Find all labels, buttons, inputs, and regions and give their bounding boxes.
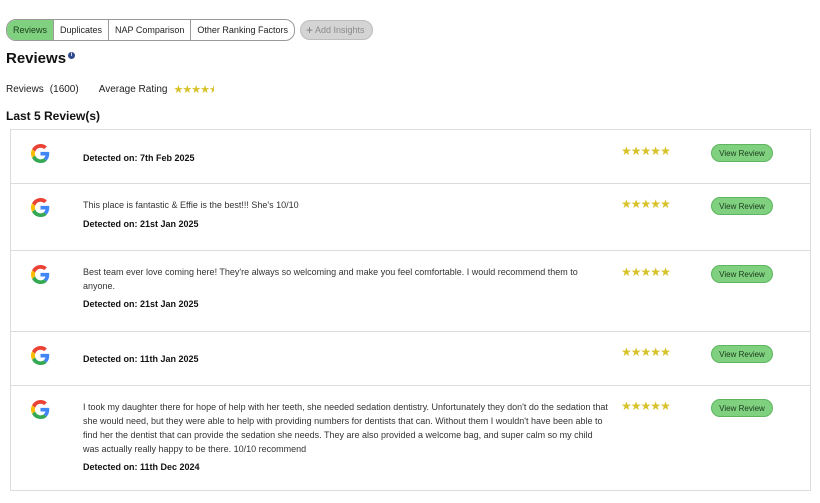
review-stars: ★★★★★ (621, 144, 671, 158)
star-icon: ★ (650, 144, 661, 158)
star-icon: ★ (650, 399, 661, 413)
star-icon: ★ (191, 84, 201, 96)
star-icon: ★ (660, 144, 671, 158)
review-stars: ★★★★★ (621, 345, 671, 359)
view-review-button[interactable]: View Review (711, 265, 773, 283)
tab-duplicates[interactable]: Duplicates (54, 20, 110, 40)
star-icon: ★ (660, 197, 671, 211)
google-icon (31, 265, 50, 284)
reviews-count: (1600) (49, 84, 79, 95)
review-row: Best team ever love coming here! They're… (11, 251, 810, 332)
tab-other-ranking-factors[interactable]: Other Ranking Factors (191, 20, 294, 40)
star-icon: ★ (650, 197, 661, 211)
detected-date: Detected on: 21st Jan 2025 (83, 299, 199, 309)
tab-bar: Reviews Duplicates NAP Comparison Other … (6, 19, 373, 41)
review-stars: ★★★★★ (621, 197, 671, 211)
review-row: Detected on: 7th Feb 2025 ★★★★★ View Rev… (11, 130, 810, 184)
star-icon: ★ (630, 197, 642, 211)
average-rating-stars: ★ ★ ★ ★ ★ (173, 83, 214, 96)
review-stats: Reviews (1600) Average Rating ★ ★ ★ ★ ★ (6, 83, 214, 96)
review-stars: ★★★★★ (621, 399, 671, 413)
info-icon[interactable]: i (68, 52, 76, 59)
detected-date: Detected on: 11th Jan 2025 (83, 354, 199, 364)
review-list: Detected on: 7th Feb 2025 ★★★★★ View Rev… (10, 129, 811, 491)
star-icon: ★ (630, 345, 642, 359)
detected-date: Detected on: 11th Dec 2024 (83, 462, 200, 472)
detected-date: Detected on: 7th Feb 2025 (83, 153, 195, 163)
star-icon: ★ (650, 265, 661, 279)
reviews-label: Reviews (6, 84, 44, 95)
tab-group: Reviews Duplicates NAP Comparison Other … (6, 19, 295, 41)
star-icon: ★ (640, 197, 652, 211)
add-insights-button[interactable]: + Add Insights (299, 20, 373, 40)
star-icon: ★ (621, 345, 632, 359)
review-text: I took my daughter there for hope of hel… (83, 402, 608, 454)
view-review-button[interactable]: View Review (711, 144, 773, 162)
google-icon (31, 198, 50, 217)
review-row: I took my daughter there for hope of hel… (11, 386, 810, 490)
star-icon: ★ (630, 144, 642, 158)
review-text: This place is fantastic & Effie is the b… (83, 200, 299, 210)
star-icon: ★ (650, 345, 661, 359)
page-title-text: Reviews (6, 50, 67, 67)
star-icon: ★ (660, 399, 671, 413)
view-review-button[interactable]: View Review (711, 197, 773, 215)
tab-nap-comparison[interactable]: NAP Comparison (109, 20, 192, 40)
google-icon (31, 400, 50, 419)
add-insights-label: Add Insights (314, 25, 365, 35)
view-review-button[interactable]: View Review (711, 399, 773, 417)
star-icon: ★ (660, 345, 671, 359)
google-icon (31, 144, 50, 163)
star-icon: ★ (200, 84, 210, 96)
star-icon: ★ (621, 399, 632, 413)
review-text: Best team ever love coming here! They're… (83, 267, 578, 291)
star-icon: ★ (182, 84, 192, 96)
star-icon: ★ (630, 399, 642, 413)
star-icon: ★ (621, 265, 632, 279)
star-icon: ★ (640, 399, 652, 413)
average-rating-label: Average Rating (98, 84, 168, 95)
star-icon: ★ (640, 144, 652, 158)
star-icon: ★ (621, 144, 632, 158)
star-icon: ★ (640, 345, 652, 359)
page-title: Reviews i (6, 50, 76, 67)
star-icon: ★ (660, 265, 671, 279)
review-row: This place is fantastic & Effie is the b… (11, 184, 810, 251)
star-icon: ★ (630, 265, 642, 279)
half-star-icon: ★ (208, 84, 215, 96)
star-icon: ★ (621, 197, 632, 211)
detected-date: Detected on: 21st Jan 2025 (83, 219, 199, 229)
section-title: Last 5 Review(s) (6, 109, 101, 123)
star-icon: ★ (173, 84, 183, 96)
plus-icon: + (305, 23, 313, 37)
review-row: Detected on: 11th Jan 2025 ★★★★★ View Re… (11, 332, 810, 386)
google-icon (31, 346, 50, 365)
star-icon: ★ (640, 265, 652, 279)
view-review-button[interactable]: View Review (711, 345, 773, 363)
tab-reviews[interactable]: Reviews (7, 20, 55, 40)
review-stars: ★★★★★ (621, 265, 671, 279)
